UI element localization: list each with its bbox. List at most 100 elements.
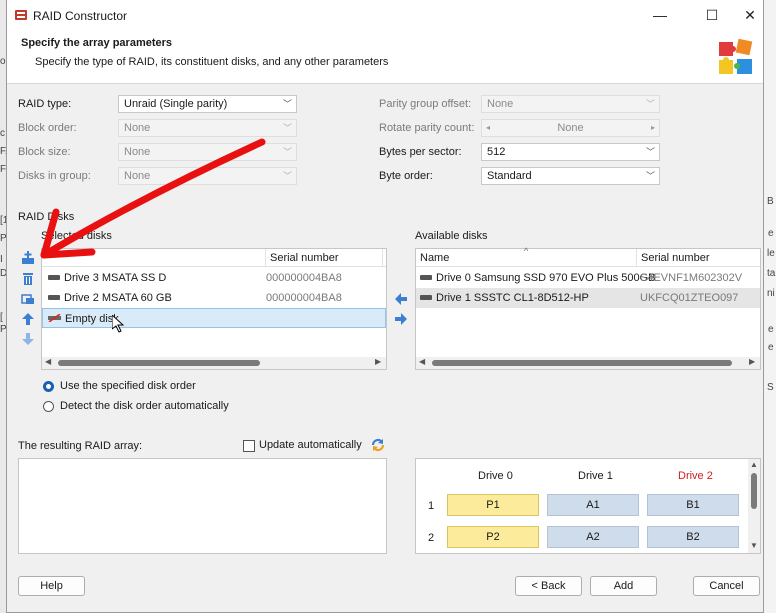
down-arrow-icon[interactable] [21,332,35,346]
rotate-parity-label: Rotate parity count: [379,122,475,134]
disk-serial: 000000004BA8 [266,292,342,304]
maximize-button[interactable]: ☐ [697,5,727,25]
window-title: RAID Constructor [33,9,128,23]
bg-text: I [0,254,3,265]
vertical-scrollbar[interactable]: ▲ ▼ [748,459,760,553]
minimize-button[interactable]: — [645,5,675,25]
scroll-thumb[interactable] [751,473,757,509]
raid-icon [15,10,27,20]
disk-icon [420,294,432,300]
parity-offset-select[interactable]: None ﹀ [481,95,660,113]
disk-name: Empty disk [65,313,119,325]
bg-text: S [767,382,774,393]
scroll-right-icon[interactable]: ▶ [749,357,755,366]
disk-name: Drive 1 SSSTC CL1-8D512-HP [436,292,589,304]
raid-disks-label: RAID Disks [18,211,75,223]
raid-type-select[interactable]: Unraid (Single parity) ﹀ [118,95,297,113]
list-header: Serial number [42,249,386,267]
bg-text: ta [767,268,776,279]
selected-disks-label: Selected disks [41,230,112,242]
available-disks-list[interactable]: Name ^ Serial number Drive 0 Samsung SSD… [415,246,761,370]
right-arrow-icon[interactable] [394,312,408,326]
resulting-array-text[interactable] [18,458,387,554]
row-number: 2 [428,532,435,544]
block-order-value: None [124,122,151,134]
horizontal-scrollbar[interactable]: ◀ ▶ [42,357,386,369]
chevron-down-icon: ﹀ [645,99,655,109]
drive-header: Drive 1 [578,470,613,482]
block-order-label: Block order: [18,122,77,134]
spin-left-icon[interactable]: ◂ [486,120,490,136]
help-button[interactable]: Help [18,576,85,596]
raid-type-value: Unraid (Single parity) [124,98,228,110]
rotate-parity-spinner[interactable]: ◂ None ▸ [481,119,660,137]
disk-icon [420,274,432,280]
byte-order-label: Byte order: [379,170,433,182]
page-subtitle: Specify the type of RAID, its constituen… [35,56,389,68]
selected-disks-list[interactable]: Serial number Drive 3 MSATA SS D 0000000… [41,248,387,370]
scroll-left-icon[interactable]: ◀ [45,357,51,366]
scroll-thumb[interactable] [432,360,732,366]
title-bar[interactable]: RAID Constructor — ☐ ✕ [7,0,763,31]
drive-header-missing: Drive 2 [678,470,713,482]
raid-type-label: RAID type: [18,98,72,110]
scroll-thumb[interactable] [58,360,260,366]
swap-disk-icon[interactable] [21,292,35,306]
row-number: 1 [428,500,435,512]
use-specified-order-label[interactable]: Use the specified disk order [60,380,196,392]
empty-disk-icon [48,314,61,323]
serial-column-header[interactable]: Serial number [641,249,709,267]
bg-text: e [768,228,774,239]
up-arrow-icon[interactable] [21,312,35,326]
list-header: Name ^ Serial number [416,246,760,267]
serial-column-header[interactable]: Serial number [270,249,338,267]
name-column-header[interactable]: Name [420,249,449,267]
bytes-sector-select[interactable]: 512 ﹀ [481,143,660,161]
block-order-select[interactable]: None ﹀ [118,119,297,137]
byte-order-value: Standard [487,170,532,182]
spin-right-icon[interactable]: ▸ [651,120,655,136]
parity-offset-label: Parity group offset: [379,98,472,110]
block-size-select[interactable]: None ﹀ [118,143,297,161]
trash-icon[interactable] [21,272,35,286]
list-item[interactable]: Drive 3 MSATA SS D 000000004BA8 [42,268,386,288]
list-item[interactable]: Drive 1 SSSTC CL1-8D512-HP UKFCQ01ZTEO09… [416,288,760,308]
refresh-icon[interactable] [371,438,385,452]
update-auto-checkbox[interactable] [243,440,255,452]
list-item[interactable]: Empty disk [42,308,386,328]
disk-name: Drive 3 MSATA SS D [64,272,167,284]
detect-order-label[interactable]: Detect the disk order automatically [60,400,229,412]
list-item[interactable]: Drive 2 MSATA 60 GB 000000004BA8 [42,288,386,308]
sort-asc-icon: ^ [524,246,529,256]
close-button[interactable]: ✕ [735,5,765,25]
disks-in-group-select[interactable]: None ﹀ [118,167,297,185]
scroll-up-icon[interactable]: ▲ [750,460,758,469]
parity-offset-value: None [487,98,514,110]
grid-cell-parity: P2 [447,526,539,548]
update-auto-label[interactable]: Update automatically [259,439,362,451]
scroll-right-icon[interactable]: ▶ [375,357,381,366]
byte-order-select[interactable]: Standard ﹀ [481,167,660,185]
scroll-left-icon[interactable]: ◀ [419,357,425,366]
detect-order-radio[interactable] [43,401,54,412]
horizontal-scrollbar[interactable]: ◀ ▶ [416,357,760,369]
grid-cell-data: B2 [647,526,739,548]
disks-in-group-value: None [124,170,151,182]
scroll-down-icon[interactable]: ▼ [750,541,758,550]
cancel-button[interactable]: Cancel [693,576,760,596]
mouse-cursor-icon [112,315,124,333]
disk-serial: 000000004BA8 [266,272,342,284]
back-button[interactable]: < Back [515,576,582,596]
list-item[interactable]: Drive 0 Samsung SSD 970 EVO Plus 500GB S… [416,268,760,288]
bg-text: B [767,196,774,207]
left-arrow-icon[interactable] [394,292,408,306]
chevron-down-icon: ﹀ [645,171,655,181]
chevron-down-icon: ﹀ [282,99,292,109]
use-specified-order-radio[interactable] [43,381,54,392]
add-button[interactable]: Add [590,576,657,596]
add-icon[interactable] [21,251,35,265]
block-size-label: Block size: [18,146,71,158]
bytes-sector-label: Bytes per sector: [379,146,462,158]
disk-serial: UKFCQ01ZTEO097 [640,292,739,304]
chevron-down-icon: ﹀ [282,147,292,157]
